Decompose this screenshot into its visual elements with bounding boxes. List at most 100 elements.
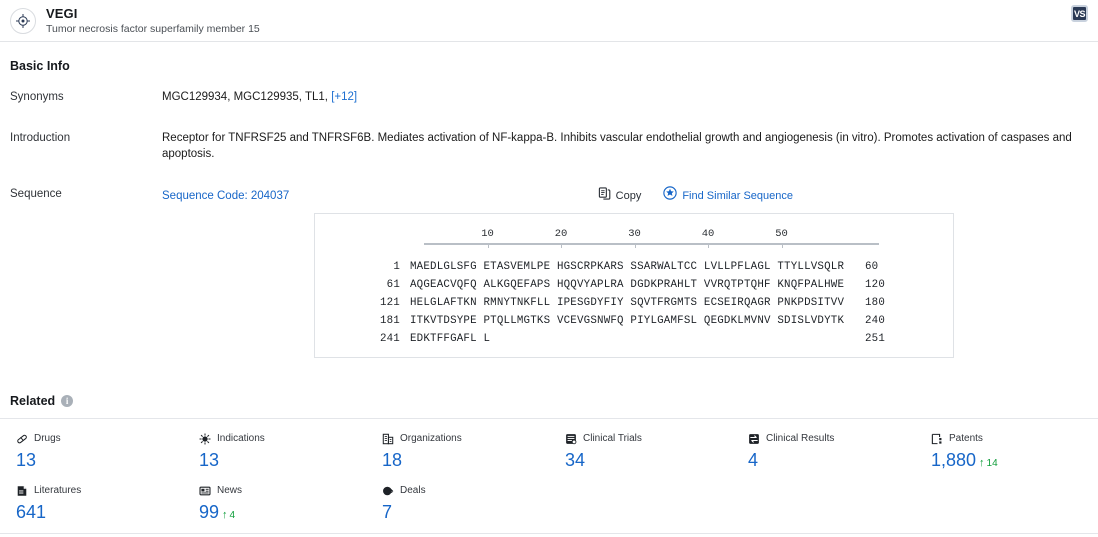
stat-card[interactable]: Indications 13	[183, 433, 366, 471]
page-subtitle: Tumor necrosis factor superfamily member…	[46, 22, 260, 35]
stat-value: 641	[16, 502, 47, 522]
virus-icon	[199, 433, 211, 445]
stat-delta-value: 14	[986, 458, 998, 469]
sequence-row: 1 MAEDLGLSFG ETASVEMLPE HGSCRPKARS SSARWA…	[315, 258, 953, 276]
sequence-residues: EDKTFFGAFL L	[410, 333, 491, 345]
stat-value-row: 1,880 ↑ 14	[931, 449, 1098, 471]
stat-value-row: 7	[382, 501, 549, 523]
stat-value-row: 99 ↑ 4	[199, 501, 366, 523]
sequence-residues: ITKVTDSYPE PTQLLMGTKS VCEVGSNWFQ PIYLGAM…	[410, 315, 845, 327]
synonyms-more-link[interactable]: [+12]	[331, 91, 357, 103]
sequence-viewer: 10 20 30 40 50 1 MAEDLGLSFG ETASVEMLPE HGSCRP…	[314, 213, 954, 358]
related-stat-grid: Drugs 13 Indications 13 Organizations 18 Clini…	[0, 433, 1098, 523]
related-panel: Drugs 13 Indications 13 Organizations 18 Clini…	[0, 418, 1098, 534]
row-introduction: Introduction Receptor for TNFRSF25 and T…	[10, 130, 1088, 162]
stat-value: 99	[199, 502, 220, 522]
row-sequence: Sequence Sequence Code: 204037 Copy Find…	[10, 186, 1088, 358]
introduction-value: Receptor for TNFRSF25 and TNFRSF6B. Medi…	[162, 132, 1072, 160]
sequence-ruler: 10 20 30 40 50	[424, 226, 879, 252]
sequence-code[interactable]: Sequence Code: 204037	[162, 188, 289, 204]
ruler-tick-label: 20	[554, 228, 568, 240]
ruler-line	[424, 243, 879, 245]
sequence-row: 121 HELGLAFTKN RMNYTNKFLL IPESGDYFIY SQVT…	[315, 294, 953, 312]
stat-card[interactable]: Organizations 18	[366, 433, 549, 471]
stat-value-row: 13	[16, 449, 183, 471]
copy-label: Copy	[615, 189, 642, 202]
stat-card[interactable]: Deals 7	[366, 485, 549, 523]
stat-value: 13	[16, 450, 37, 470]
stat-delta: ↑ 4	[222, 509, 236, 522]
sequence-start-index: 61	[386, 279, 400, 291]
deal-icon	[382, 485, 394, 497]
vs-compare-badge[interactable]: VS	[1071, 5, 1088, 22]
arrow-up-icon: ↑	[979, 457, 985, 469]
stat-label-text: Clinical Trials	[583, 433, 642, 444]
arrow-up-icon: ↑	[222, 509, 228, 521]
stat-card[interactable]: Drugs 13	[0, 433, 183, 471]
patent-icon	[931, 433, 943, 445]
synonyms-label: Synonyms	[10, 91, 64, 103]
stat-label-text: Patents	[949, 433, 983, 444]
sequence-residues: HELGLAFTKN RMNYTNKFLL IPESGDYFIY SQVTFRG…	[410, 297, 845, 309]
related-heading: Related	[10, 394, 56, 408]
sequence-end-index: 251	[865, 333, 886, 345]
stat-label-row: Drugs	[16, 433, 183, 445]
info-icon[interactable]: i	[61, 395, 74, 407]
stat-label-text: Indications	[217, 433, 265, 444]
stat-value: 1,880	[931, 450, 977, 470]
stat-label-row: Literatures	[16, 485, 183, 497]
stat-card[interactable]: Literatures 641	[0, 485, 183, 523]
stat-card[interactable]: Clinical Trials 34	[549, 433, 732, 471]
sequence-row: 61 AQGEACVQFQ ALKGQEFAPS HQQVYAPLRA DGDKP…	[315, 276, 953, 294]
sequence-row: 181 ITKVTDSYPE PTQLLMGTKS VCEVGSNWFQ PIYL…	[315, 312, 953, 330]
copy-button[interactable]: Copy	[598, 186, 642, 205]
stat-label-row: Organizations	[382, 433, 549, 445]
stat-label-text: Drugs	[34, 433, 61, 444]
ruler-tick-mark	[708, 245, 709, 248]
page-header: VEGI Tumor necrosis factor superfamily m…	[0, 0, 1098, 42]
synonyms-value: MGC129934, MGC129935, TL1,	[162, 91, 328, 103]
header-actions: VS ⋮	[1071, 5, 1096, 22]
sequence-residues: AQGEACVQFQ ALKGQEFAPS HQQVYAPLRA DGDKPRA…	[410, 279, 845, 291]
overflow-menu-icon[interactable]: ⋮	[1092, 8, 1096, 20]
sequence-end-index: 60	[865, 261, 879, 273]
sequence-rows: 1 MAEDLGLSFG ETASVEMLPE HGSCRPKARS SSARWA…	[315, 258, 953, 348]
stat-delta: ↑ 14	[979, 457, 998, 470]
stat-delta-value: 4	[229, 510, 236, 521]
stat-label-text: Organizations	[400, 433, 462, 444]
ruler-tick-label: 30	[628, 228, 641, 240]
ruler-tick-mark	[561, 245, 562, 248]
target-icon	[10, 7, 36, 34]
find-similar-sequence-button[interactable]: Find Similar Sequence	[663, 186, 793, 205]
clinical-trial-icon	[565, 433, 577, 445]
sequence-end-index: 240	[865, 315, 886, 327]
sequence-label: Sequence	[10, 188, 62, 200]
introduction-label: Introduction	[10, 132, 71, 144]
stat-label-text: Deals	[400, 485, 426, 496]
related-heading-group: Related i	[10, 394, 1088, 408]
sequence-start-index: 121	[379, 297, 400, 309]
stat-label-row: Deals	[382, 485, 549, 497]
ruler-tick-label: 50	[775, 228, 788, 240]
stat-card[interactable]: Patents 1,880 ↑ 14	[915, 433, 1098, 471]
sequence-residues: MAEDLGLSFG ETASVEMLPE HGSCRPKARS SSARWAL…	[410, 261, 845, 273]
stat-label-row: Indications	[199, 433, 366, 445]
sequence-row: 241 EDKTFFGAFL L 251	[315, 330, 953, 348]
book-icon	[16, 485, 28, 497]
copy-icon	[598, 186, 611, 205]
news-icon	[199, 485, 211, 497]
building-icon	[382, 433, 394, 445]
find-similar-label: Find Similar Sequence	[682, 189, 793, 202]
stat-value: 4	[748, 450, 759, 470]
stat-card[interactable]: News 99 ↑ 4	[183, 485, 366, 523]
pill-icon	[16, 433, 28, 445]
stat-value-row: 4	[748, 449, 915, 471]
stat-card[interactable]: Clinical Results 4	[732, 433, 915, 471]
stat-value-row: 641	[16, 501, 183, 523]
stat-label-row: Clinical Results	[748, 433, 915, 445]
stat-value-row: 18	[382, 449, 549, 471]
sequence-header-bar: Sequence Code: 204037 Copy Find Similar …	[162, 186, 1088, 205]
stat-value-row: 34	[565, 449, 732, 471]
sequence-actions: Copy Find Similar Sequence	[598, 186, 793, 205]
stat-value: 34	[565, 450, 586, 470]
